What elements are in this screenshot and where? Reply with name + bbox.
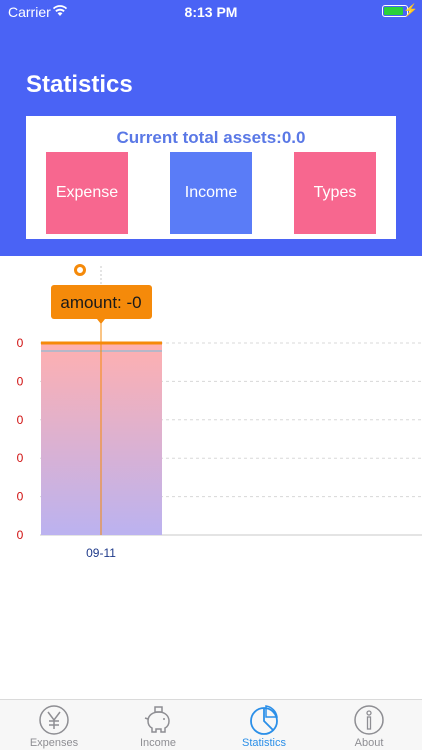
expense-button-label: Expense — [55, 184, 119, 201]
tab-about[interactable]: About — [319, 702, 419, 750]
tab-income-label: Income — [139, 737, 177, 749]
income-button-label: Income — [184, 184, 238, 201]
tab-bar: Expenses Income Statistics About — [0, 699, 422, 750]
pie-chart-icon — [250, 705, 278, 735]
yen-icon — [39, 705, 69, 735]
tab-statistics-label: Statistics — [241, 737, 286, 749]
tab-statistics[interactable]: Statistics — [214, 702, 314, 750]
y-axis-labels: 0 0 0 0 0 0 — [17, 336, 24, 542]
info-icon — [354, 705, 384, 735]
y-tick-label: 0 — [17, 528, 24, 542]
tooltip: amount: -0 — [51, 285, 152, 324]
page-title: Statistics — [26, 71, 133, 98]
tooltip-text: amount: -0 — [60, 293, 141, 312]
total-assets-label: Current total assets:0.0 — [116, 128, 306, 147]
x-tick-label: 09-11 — [86, 546, 116, 560]
summary-card: Current total assets:0.0 Expense Income … — [26, 116, 396, 239]
y-tick-label: 0 — [17, 336, 24, 350]
highlight-marker-icon — [74, 264, 86, 276]
status-bar: Carrier 8:13 PM ⚡ — [0, 0, 422, 24]
header: Carrier 8:13 PM ⚡ Statistics Current tot… — [0, 0, 422, 256]
piggy-bank-icon — [144, 706, 170, 733]
tab-income[interactable]: Income — [108, 702, 208, 750]
expense-button[interactable]: Expense — [46, 152, 128, 234]
y-tick-label: 0 — [17, 490, 24, 504]
charging-icon: ⚡ — [403, 3, 418, 17]
income-button[interactable]: Income — [170, 152, 252, 234]
types-button[interactable]: Types — [294, 152, 376, 234]
bar-chart[interactable]: amount: -0 0 0 0 0 0 0 09-11 — [0, 256, 422, 576]
tab-expenses[interactable]: Expenses — [4, 702, 104, 750]
y-tick-label: 0 — [17, 413, 24, 427]
clock: 8:13 PM — [184, 4, 238, 20]
y-tick-label: 0 — [17, 374, 24, 388]
tab-about-label: About — [354, 737, 384, 749]
tab-expenses-label: Expenses — [29, 737, 79, 749]
y-tick-label: 0 — [17, 451, 24, 465]
types-button-label: Types — [313, 184, 357, 201]
